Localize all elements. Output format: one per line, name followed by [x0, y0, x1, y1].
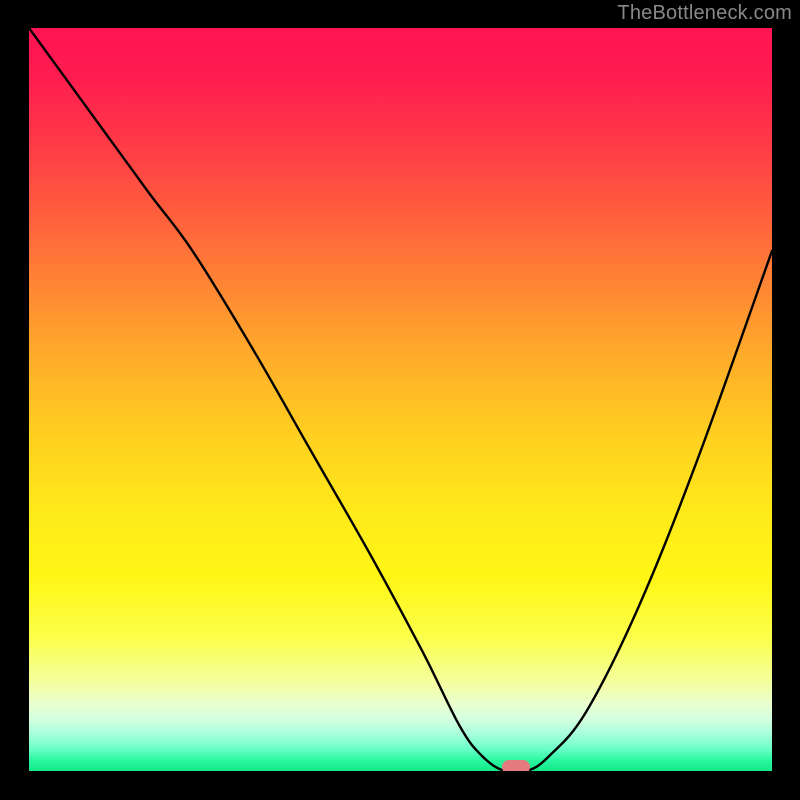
- chart-frame: TheBottleneck.com: [0, 0, 800, 800]
- plot-area: [29, 28, 772, 771]
- optimum-marker: [502, 760, 530, 771]
- watermark-text: TheBottleneck.com: [617, 2, 792, 25]
- bottleneck-curve: [29, 28, 772, 771]
